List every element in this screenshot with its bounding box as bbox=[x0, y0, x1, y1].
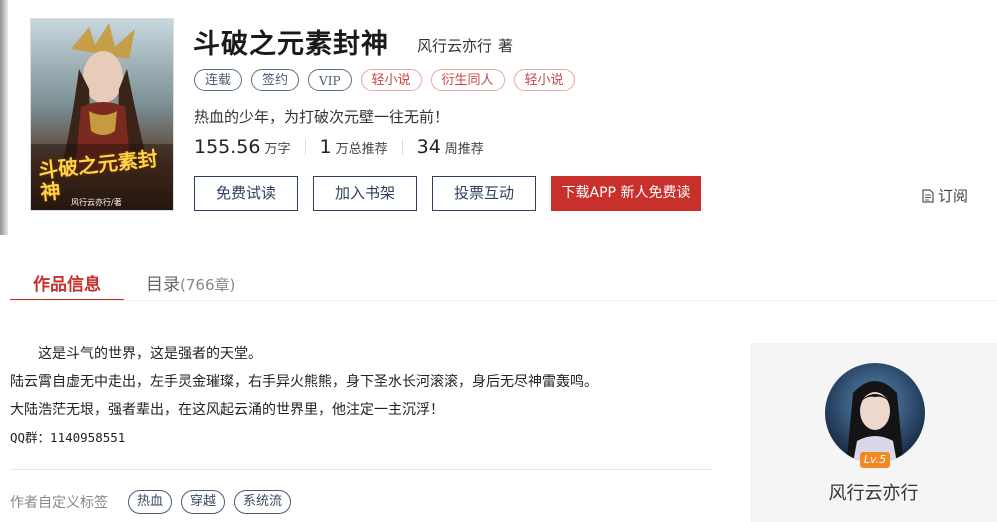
stat-total-recommend: 1 万总推荐 bbox=[320, 136, 388, 158]
description-line: 大陆浩茫无垠，强者辈出，在这风起云涌的世界里，他注定一主沉浮！ bbox=[10, 402, 444, 418]
stat-value: 155.56 bbox=[194, 136, 261, 158]
tag-light-novel-2[interactable]: 轻小说 bbox=[513, 69, 575, 91]
custom-tags-label: 作者自定义标签 bbox=[10, 495, 108, 511]
author-link[interactable]: 风行云亦行 bbox=[417, 37, 492, 55]
author-suffix: 著 bbox=[498, 37, 514, 55]
tag-fan-fiction[interactable]: 衍生同人 bbox=[430, 69, 505, 91]
book-description: 这是斗气的世界，这是强者的天堂。 陆云霄自虚无中走出，左手灵金璀璨，右手异火熊熊… bbox=[10, 340, 710, 452]
custom-tags: 热血 穿越 系统流 bbox=[128, 490, 292, 514]
section-divider bbox=[10, 469, 712, 470]
tabs-divider bbox=[10, 300, 997, 301]
stat-divider bbox=[304, 139, 306, 155]
add-shelf-button[interactable]: 加入书架 bbox=[313, 176, 417, 211]
free-read-button[interactable]: 免费试读 bbox=[194, 176, 298, 211]
custom-tag-system[interactable]: 系统流 bbox=[234, 490, 292, 514]
book-stats: 155.56 万字 1 万总推荐 34 周推荐 bbox=[194, 136, 484, 158]
tag-serializing[interactable]: 连载 bbox=[194, 69, 243, 91]
stat-value: 34 bbox=[416, 136, 441, 158]
download-app-button[interactable]: 下载APP 新人免费读 bbox=[551, 176, 701, 211]
description-line: 这是斗气的世界，这是强者的天堂。 bbox=[38, 346, 262, 362]
tab-catalog[interactable]: 目录(766章) bbox=[146, 270, 235, 295]
vote-button[interactable]: 投票互动 bbox=[432, 176, 536, 211]
avatar-image bbox=[825, 363, 925, 463]
book-intro: 热血的少年，为打破次元壁一往无前！ bbox=[194, 108, 450, 126]
stat-divider bbox=[401, 139, 403, 155]
subscribe-button[interactable]: 订阅 bbox=[922, 185, 968, 206]
author-card: Lv.5 风行云亦行 bbox=[750, 343, 997, 522]
cover-author-text: 风行云亦行/著 bbox=[71, 198, 122, 207]
qq-group: QQ群：1140958551 bbox=[10, 430, 126, 445]
tag-vip[interactable]: VIP bbox=[308, 69, 352, 91]
tag-signed[interactable]: 签约 bbox=[251, 69, 300, 91]
book-cover[interactable]: 斗破之元素封神 风行云亦行/著 bbox=[30, 18, 174, 211]
book-title: 斗破之元素封神 bbox=[193, 29, 389, 60]
subscribe-label: 订阅 bbox=[938, 187, 969, 205]
chapter-count: (766章) bbox=[180, 276, 236, 294]
tab-catalog-label: 目录 bbox=[146, 275, 180, 295]
stat-value: 1 bbox=[319, 136, 332, 158]
document-icon bbox=[922, 188, 934, 203]
stat-unit: 周推荐 bbox=[444, 142, 484, 157]
stat-word-count: 155.56 万字 bbox=[194, 136, 291, 158]
stat-week-recommend: 34 周推荐 bbox=[417, 136, 484, 158]
author-avatar[interactable] bbox=[825, 363, 925, 463]
author-level-badge: Lv.5 bbox=[860, 452, 890, 468]
book-author: 风行云亦行著 bbox=[417, 35, 513, 56]
description-line: 陆云霄自虚无中走出，左手灵金璀璨，右手异火熊熊，身下圣水长河滚滚，身后无尽神雷轰… bbox=[10, 374, 598, 390]
custom-tag-hot-blooded[interactable]: 热血 bbox=[128, 490, 173, 514]
stat-unit: 万字 bbox=[264, 142, 291, 157]
tab-book-info[interactable]: 作品信息 bbox=[10, 270, 124, 295]
stat-unit: 万总推荐 bbox=[335, 142, 388, 157]
tag-light-novel[interactable]: 轻小说 bbox=[360, 69, 422, 91]
background-edge bbox=[0, 0, 8, 235]
custom-tag-time-travel[interactable]: 穿越 bbox=[181, 490, 226, 514]
author-card-name[interactable]: 风行云亦行 bbox=[750, 479, 997, 505]
book-tags: 连载 签约 VIP 轻小说 衍生同人 轻小说 bbox=[194, 69, 575, 91]
